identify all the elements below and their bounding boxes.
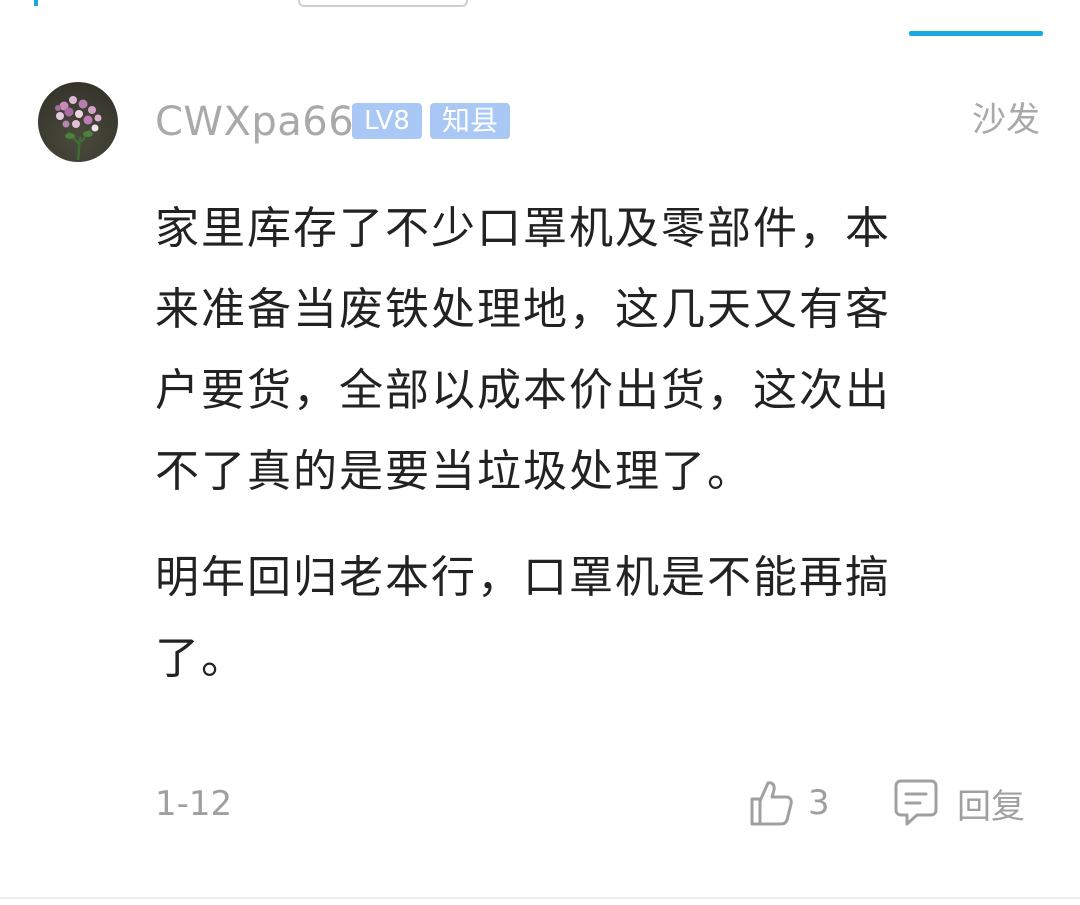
comment-username[interactable]: CWXpa66	[155, 98, 354, 146]
like-button[interactable]: 3	[748, 776, 830, 830]
flower-bouquet-icon	[55, 96, 102, 161]
top-partial-button[interactable]	[298, 0, 468, 7]
reply-button[interactable]: 回复	[893, 776, 1025, 830]
reply-label: 回复	[957, 786, 1025, 827]
comment-paragraph: 家里库存了不少口罩机及零部件，本 来准备当废铁处理地，这几天又有客 户要货，全部…	[155, 203, 891, 497]
floor-label: 沙发	[972, 100, 1040, 140]
tab-active-indicator	[909, 31, 1043, 36]
top-accent-mark	[34, 0, 38, 6]
avatar[interactable]	[38, 82, 118, 162]
thumbs-up-icon	[750, 781, 793, 826]
comment-page: CWXpa66 LV8 知县 沙发 家里库存了不少口罩机及零部件，本 来准备当废…	[0, 0, 1080, 905]
comment-body: 家里库存了不少口罩机及零部件，本 来准备当废铁处理地，这几天又有客 户要货，全部…	[155, 188, 1015, 699]
comment-paragraph: 明年回归老本行，口罩机是不能再搞 了。	[155, 552, 891, 684]
rank-badge: 知县	[430, 103, 510, 139]
comment-bubble-icon	[894, 779, 938, 826]
comment-date: 1-12	[155, 784, 233, 824]
level-badge: LV8	[352, 103, 422, 139]
like-count: 3	[808, 783, 830, 823]
divider	[0, 897, 1080, 899]
